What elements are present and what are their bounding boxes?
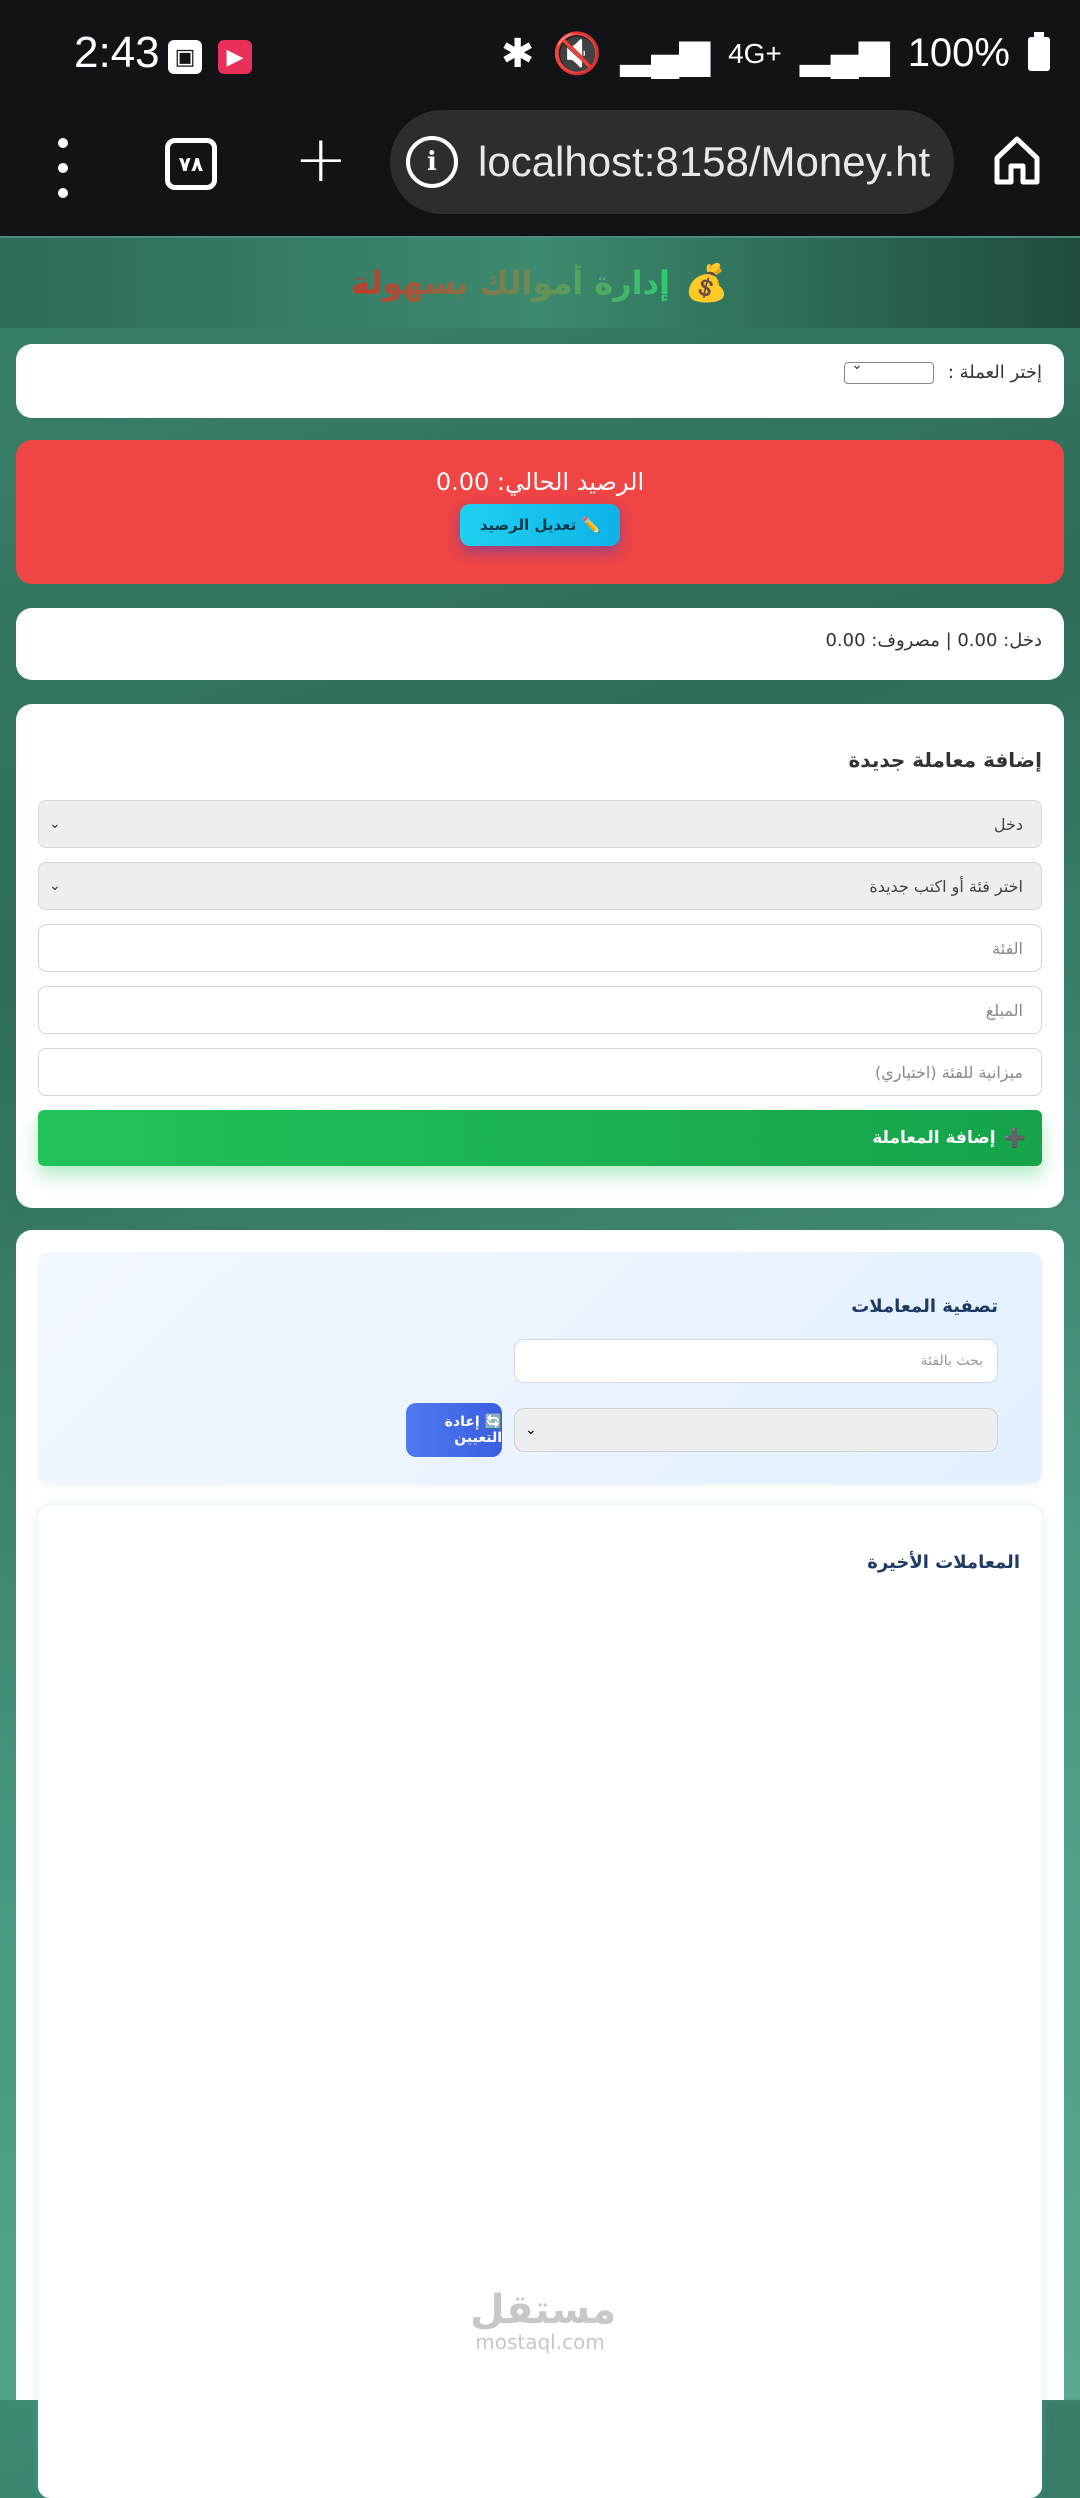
summary-card: دخل: 0.00 | مصروف: 0.00 bbox=[16, 608, 1064, 680]
url-text[interactable]: localhost:8158/Money.ht bbox=[478, 138, 948, 186]
category-select-value: اختر فئة أو اكتب جديدة bbox=[869, 876, 1023, 896]
address-bar[interactable]: i localhost:8158/Money.ht bbox=[390, 110, 954, 214]
reset-button[interactable]: 🔄 إعادة التعيين bbox=[406, 1403, 502, 1457]
add-transaction-label: إضافة المعاملة bbox=[872, 1128, 996, 1148]
income-expense-summary: دخل: 0.00 | مصروف: 0.00 bbox=[825, 630, 1042, 651]
watermark: مستقل mostaql.com bbox=[470, 2287, 617, 2354]
system-status: ✱ 🔇 ▂▄▆ 4G+ ▂▄▆ 100% bbox=[501, 30, 1050, 77]
info-icon[interactable]: i bbox=[406, 136, 458, 188]
current-balance: الرصيد الحالي: 0.00 bbox=[435, 468, 645, 496]
currency-card: إختر العملة : bbox=[16, 344, 1064, 418]
chevron-down-icon: ⌄ bbox=[49, 816, 61, 832]
signal-icon: ▂▄▆ bbox=[799, 31, 890, 76]
filter-select[interactable]: ⌄ bbox=[514, 1408, 998, 1452]
browser-toolbar: ٧٨ + i localhost:8158/Money.ht bbox=[0, 110, 1080, 236]
gallery-icon: ▣ bbox=[168, 40, 202, 74]
battery-percent: 100% bbox=[907, 31, 1010, 75]
edit-balance-button[interactable]: ✏️ تعديل الرصيد bbox=[459, 504, 621, 546]
signal-icon: ▂▄▆ bbox=[620, 31, 711, 76]
search-input[interactable]: بحث بالفئة bbox=[514, 1339, 998, 1383]
balance-card: الرصيد الحالي: 0.00 ✏️ تعديل الرصيد bbox=[16, 440, 1064, 584]
type-select-value: دخل bbox=[993, 814, 1023, 834]
page-content: 💰 إدارة أموالك بسهولة إختر العملة : الرص… bbox=[0, 236, 1080, 2498]
type-select[interactable]: دخل ⌄ bbox=[38, 800, 1042, 848]
amount-placeholder: المبلغ bbox=[985, 1000, 1023, 1020]
home-icon[interactable] bbox=[992, 134, 1042, 186]
budget-placeholder: ميزانية للفئة (اختياري) bbox=[875, 1062, 1023, 1082]
mute-icon: 🔇 bbox=[552, 32, 603, 76]
transactions-section: تصفية المعاملات بحث بالفئة ⌄ 🔄 إعادة الت… bbox=[16, 1230, 1064, 2498]
budget-input[interactable]: ميزانية للفئة (اختياري) bbox=[38, 1048, 1042, 1096]
page-title: إدارة أموالك بسهولة bbox=[351, 264, 670, 302]
add-transaction-card: إضافة معاملة جديدة دخل ⌄ اختر فئة أو اكت… bbox=[16, 704, 1064, 1208]
currency-label: إختر العملة : bbox=[947, 362, 1042, 383]
filter-card: تصفية المعاملات بحث بالفئة ⌄ 🔄 إعادة الت… bbox=[38, 1252, 1042, 1484]
new-tab-button[interactable]: + bbox=[294, 128, 348, 192]
form-title: إضافة معاملة جديدة bbox=[848, 748, 1042, 772]
status-time: 2:43 bbox=[74, 28, 160, 77]
menu-icon[interactable] bbox=[46, 138, 80, 198]
tab-switcher-button[interactable]: ٧٨ bbox=[165, 138, 217, 190]
amount-input[interactable]: المبلغ bbox=[38, 986, 1042, 1034]
chevron-down-icon: ⌄ bbox=[525, 1422, 537, 1438]
status-bar: 2:43 ▣ ▶ ✱ 🔇 ▂▄▆ 4G+ ▂▄▆ 100% bbox=[0, 0, 1080, 110]
category-placeholder: الفئة bbox=[992, 938, 1023, 958]
watermark-latin: mostaql.com bbox=[475, 2330, 605, 2354]
currency-select[interactable] bbox=[844, 357, 935, 384]
watermark-arabic: مستقل bbox=[470, 2287, 617, 2333]
add-transaction-button[interactable]: ➕ إضافة المعاملة bbox=[38, 1110, 1042, 1166]
filter-controls: ⌄ 🔄 إعادة التعيين bbox=[82, 1403, 998, 1457]
money-bag-icon: 💰 bbox=[683, 263, 729, 304]
network-type: 4G+ bbox=[728, 37, 782, 69]
category-input[interactable]: الفئة bbox=[38, 924, 1042, 972]
plus-icon: ➕ bbox=[1003, 1127, 1026, 1149]
video-app-icon: ▶ bbox=[218, 40, 252, 74]
search-placeholder: بحث بالفئة bbox=[920, 1353, 983, 1369]
chevron-down-icon: ⌄ bbox=[49, 878, 61, 894]
recent-transactions-title: المعاملات الأخيرة bbox=[867, 1552, 1020, 1573]
filter-title: تصفية المعاملات bbox=[851, 1296, 998, 1317]
battery-icon bbox=[1028, 31, 1050, 71]
bluetooth-icon: ✱ bbox=[500, 31, 535, 76]
app-header: 💰 إدارة أموالك بسهولة bbox=[0, 236, 1080, 328]
notification-icons: ▣ ▶ bbox=[168, 40, 252, 74]
category-select[interactable]: اختر فئة أو اكتب جديدة ⌄ bbox=[38, 862, 1042, 910]
